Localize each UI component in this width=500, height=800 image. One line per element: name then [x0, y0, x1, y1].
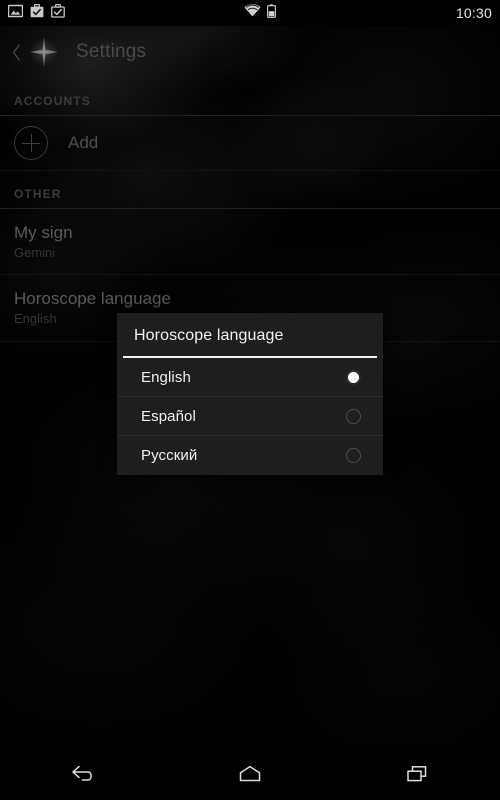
- radio-button-espanol[interactable]: [346, 408, 361, 424]
- star-sparkle-icon: [26, 34, 62, 70]
- section-header-other: OTHER: [14, 187, 62, 201]
- recents-button[interactable]: [380, 748, 454, 800]
- section-header-accounts: ACCOUNTS: [14, 94, 91, 108]
- dialog-option-russian[interactable]: Русский: [117, 436, 383, 475]
- dialog-option-espanol[interactable]: Español: [117, 397, 383, 436]
- add-account-row[interactable]: Add: [0, 116, 500, 170]
- app-root: 10:30 Settings ACCOUNTS Add OTHER My sig…: [0, 0, 500, 800]
- status-bar-clock: 10:30: [455, 5, 492, 21]
- dialog-option-label: English: [141, 368, 191, 386]
- battery-icon: [267, 3, 276, 23]
- horoscope-language-dialog: Horoscope language English Español Русск…: [117, 313, 383, 475]
- radio-button-english[interactable]: [346, 369, 361, 385]
- back-button[interactable]: [46, 748, 120, 800]
- radio-button-russian[interactable]: [346, 448, 361, 463]
- home-button[interactable]: [213, 748, 287, 800]
- status-bar: 10:30: [0, 0, 500, 26]
- work-badge-icon: [30, 3, 44, 23]
- dialog-option-english[interactable]: English: [117, 358, 383, 397]
- action-bar: Settings: [0, 26, 500, 78]
- chevron-left-icon[interactable]: [6, 26, 26, 78]
- pref-row-my-sign[interactable]: My sign Gemini: [0, 209, 500, 274]
- pref-text-column: My sign Gemini: [14, 223, 73, 260]
- navigation-bar: [0, 748, 500, 800]
- status-bar-left-icons: [7, 3, 65, 23]
- image-icon: [7, 4, 24, 23]
- dialog-option-label: Español: [141, 407, 196, 425]
- dialog-title: Horoscope language: [134, 327, 284, 344]
- pref-title: My sign: [14, 223, 73, 242]
- pref-title: Horoscope language: [14, 289, 171, 309]
- plus-circle-icon: [14, 126, 48, 160]
- pref-summary: Gemini: [14, 244, 56, 260]
- dialog-option-list: English Español Русский: [117, 358, 383, 475]
- add-account-label: Add: [68, 133, 99, 152]
- dialog-option-label: Русский: [141, 447, 198, 464]
- settings-list: ACCOUNTS Add OTHER My sign Gemini Horosc…: [0, 78, 500, 342]
- page-title: Settings: [76, 41, 147, 62]
- work-badge-outline-icon: [51, 3, 65, 23]
- wifi-icon: [244, 4, 261, 22]
- status-bar-right-icons: [244, 3, 276, 23]
